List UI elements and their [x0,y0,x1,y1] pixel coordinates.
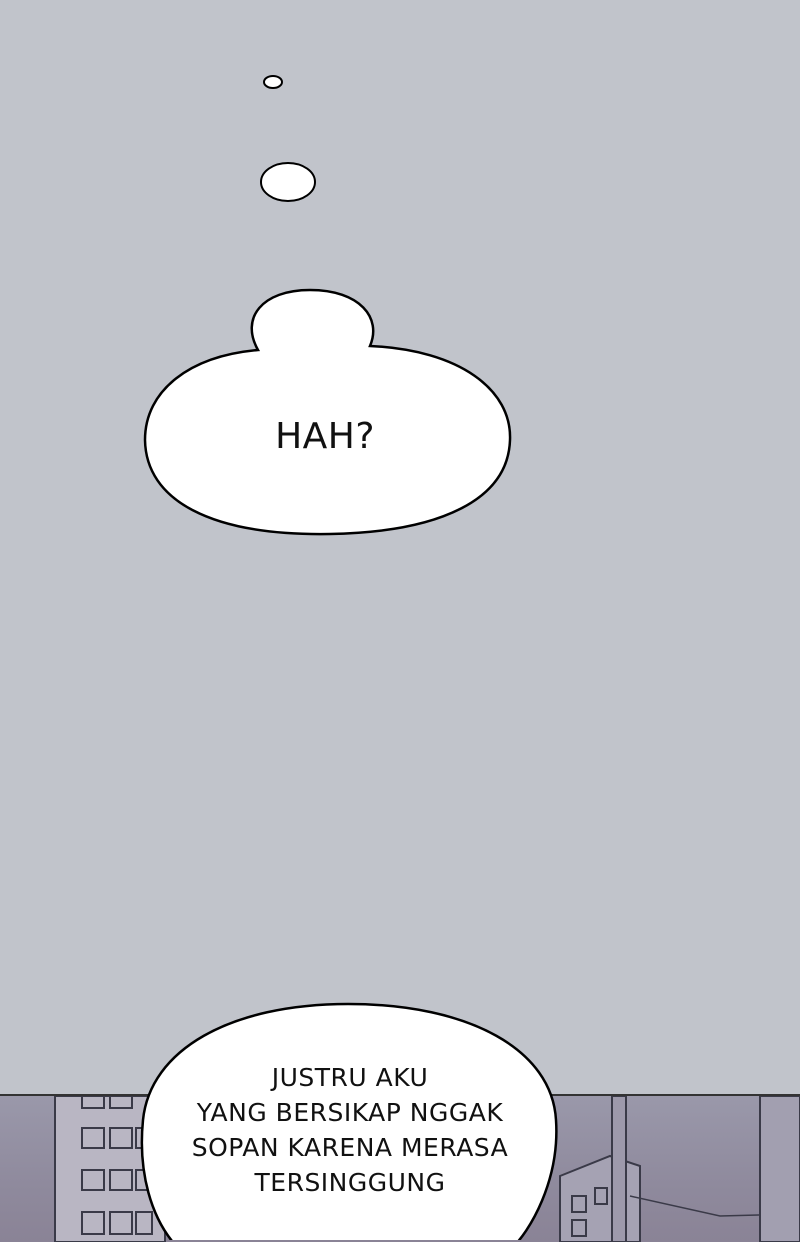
hah-text: HAH? [275,416,375,457]
speech-text: JUSTRU AKU YANG BERSIKAP NGGAK SOPAN KAR… [160,1060,540,1200]
speech-line-2: YANG BERSIKAP NGGAK [196,1098,504,1127]
speech-line-3: SOPAN KARENA MERASA [191,1133,509,1162]
speech-bubble-layer [140,1002,558,1240]
comic-page: HAH? JUSTRU AKU YANG BERSIKAP NGGAK SOPA… [0,0,800,1242]
speech-line-1: JUSTRU AKU [271,1063,429,1092]
speech-line-4: TERSINGGUNG [254,1168,446,1197]
